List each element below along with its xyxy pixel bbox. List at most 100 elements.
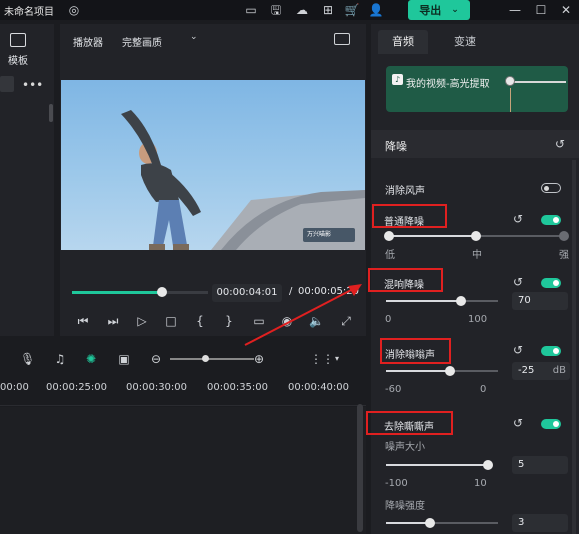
video-frame [121,110,365,250]
left-scrollbar[interactable] [49,104,53,122]
user-icon[interactable]: 👤 [368,2,384,18]
denoise-strength-slider-fill [386,522,430,524]
reset-icon[interactable]: ↺ [511,343,525,357]
hum-label: 消除嗡嗡声 [385,350,435,361]
export-button[interactable]: 导出 ⌄ [408,0,470,20]
denoise-title: 降噪 [385,140,407,153]
stop-icon[interactable]: □ [164,314,178,328]
normal-denoise-high-knob [559,231,569,241]
minimize-icon[interactable]: — [507,2,523,18]
zoom-in-icon[interactable]: ⊕ [252,352,266,366]
reverb-toggle[interactable] [541,278,561,288]
hiss-toggle[interactable] [541,419,561,429]
normal-denoise-slider-knob[interactable] [471,231,481,241]
low-label: 低 [385,250,395,261]
next-frame-icon[interactable]: ⏭ [106,314,120,328]
title-bar [0,0,579,20]
chevron-down-icon[interactable]: ⌄ [190,32,198,42]
high-label: 强 [559,250,569,261]
noise-size-label: 噪声大小 [385,442,425,453]
close-icon[interactable]: ✕ [558,2,574,18]
hum-value[interactable]: -25 dB [512,362,570,380]
noise-size-min: -100 [385,478,408,489]
wind-noise-label: 消除风声 [385,186,425,197]
cart-icon[interactable]: 🛒 [344,2,360,18]
playback-progress-fill [72,291,162,294]
noise-size-slider-knob[interactable] [483,460,493,470]
tab-speed[interactable]: 变速 [440,30,490,54]
prev-frame-icon[interactable]: ⏮ [76,314,90,328]
reverb-value[interactable]: 70 [512,292,568,310]
reset-icon[interactable]: ↺ [553,137,567,151]
zoom-out-icon[interactable]: ⊖ [149,352,163,366]
reverb-label: 混响降噪 [384,280,424,291]
subtitle-icon[interactable]: ▣ [117,352,131,366]
monitor-icon[interactable]: ▭ [243,2,259,18]
normal-denoise-toggle[interactable] [541,215,561,225]
denoise-strength-value[interactable]: 3 [512,514,568,532]
hum-toggle[interactable] [541,346,561,356]
microphone-icon[interactable]: 🎙 [20,352,35,366]
zoom-slider-track[interactable] [170,358,254,360]
snapshot-icon[interactable] [334,33,350,45]
wind-noise-toggle[interactable] [541,183,561,193]
waveform-line [510,81,566,83]
clip-name: 我的视频-高光提取 [406,79,490,90]
cloud-upload-icon[interactable]: ☁ [294,2,310,18]
more-icon[interactable]: ••• [22,78,43,92]
timeline-scrollbar[interactable] [357,404,363,532]
denoise-strength-label: 降噪强度 [385,501,425,512]
hum-max: 0 [480,384,487,395]
noise-size-max: 10 [474,478,487,489]
maximize-icon[interactable]: ☐ [533,2,549,18]
save-icon[interactable]: 🖫 [268,2,284,18]
zoom-slider-knob[interactable] [202,355,209,362]
template-icon[interactable] [10,33,26,47]
hiss-label: 去除嘶嘶声 [384,422,434,433]
clip-playhead [510,88,511,112]
export-label: 导出 [419,4,442,17]
normal-denoise-label: 普通降噪 [384,217,424,228]
mark-out-icon[interactable]: } [222,314,236,328]
app-title: 未命名项目 [4,7,54,18]
play-icon[interactable]: ▷ [135,314,149,328]
watermark: 万兴喵影 [303,228,355,242]
grid-view-icon[interactable]: ⋮⋮ [310,352,334,366]
reset-icon[interactable]: ↺ [511,275,525,289]
music-icon[interactable]: ♫ [53,352,67,366]
player-label: 播放器 [73,38,103,49]
chevron-down-icon: ⌄ [451,5,459,15]
annotation-arrow [244,284,362,346]
video-preview: 万兴喵影 [61,80,365,250]
noise-size-slider-fill [386,464,488,466]
ruler-label: 00:00 [0,382,29,393]
reverb-slider-fill [386,300,461,302]
reverb-slider-knob[interactable] [456,296,466,306]
timeline-tracks[interactable] [0,407,366,534]
dropdown-button[interactable] [0,76,14,92]
reset-icon[interactable]: ↺ [511,416,525,430]
hum-value-number: -25 [518,365,535,376]
ruler-label: 00:00:30:00 [126,382,188,393]
cloud-status-icon[interactable]: ◎ [66,2,82,18]
reset-icon[interactable]: ↺ [511,212,525,226]
clip-playhead-knob[interactable] [505,76,515,86]
hum-slider-fill [386,370,450,372]
hum-unit: dB [552,365,566,376]
chevron-down-icon[interactable]: ▾ [330,352,344,366]
ruler-label: 00:00:40:00 [288,382,350,393]
ai-icon[interactable]: ✺ [84,352,98,366]
template-label[interactable]: 模板 [8,52,28,67]
grid-icon[interactable]: ⊞ [320,2,336,18]
right-scrollbar[interactable] [572,160,576,534]
normal-denoise-slider-fill [386,235,476,237]
mark-in-icon[interactable]: { [193,314,207,328]
noise-size-value[interactable]: 5 [512,456,568,474]
playback-progress-knob[interactable] [157,287,167,297]
hum-slider-knob[interactable] [445,366,455,376]
denoise-strength-slider-knob[interactable] [425,518,435,528]
quality-select[interactable]: 完整画质 [122,34,162,49]
tab-audio[interactable]: 音频 [378,30,428,54]
hum-min: -60 [385,384,402,395]
ruler-label: 00:00:35:00 [207,382,269,393]
